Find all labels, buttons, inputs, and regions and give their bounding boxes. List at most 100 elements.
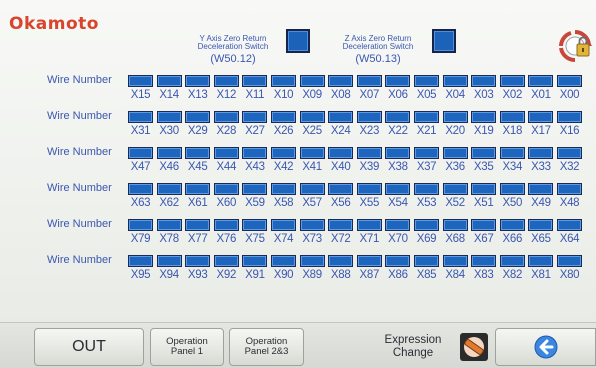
- input-bit-label: X18: [502, 125, 523, 137]
- input-lamp: [471, 183, 497, 195]
- wire-row: Wire Number X95 X94 X93 X92 X91 X90 X89 X88 X87 X8…: [0, 254, 596, 286]
- input-bit-label: X33: [531, 161, 551, 173]
- io-monitor-screen: Okamoto Y Axis Zero Return Deceleration …: [0, 0, 596, 368]
- input-bit-label: X66: [502, 233, 523, 245]
- input-lamp: [471, 111, 497, 123]
- input-bit-label: X85: [416, 269, 437, 281]
- expression-change-label-1: Expression: [384, 334, 442, 346]
- input-bit-label: X15: [130, 89, 151, 101]
- input-lamp: [213, 219, 239, 231]
- input-bit-label: X35: [473, 161, 494, 173]
- input-bit-label: X22: [388, 125, 408, 137]
- z-axis-switch-title-2: Deceleration Switch: [342, 42, 414, 51]
- wire-number-label: Wire Number: [47, 74, 112, 86]
- input-lamp: [128, 75, 153, 87]
- input-lamp: [128, 255, 153, 267]
- input-bit-label: X11: [245, 89, 265, 101]
- rotate-lock-icon[interactable]: [557, 28, 593, 64]
- input-bit-label: X36: [445, 161, 465, 173]
- input-bit-label: X04: [445, 89, 465, 101]
- input-lamp: [385, 147, 411, 159]
- input-lamp: [499, 111, 525, 123]
- input-bit-label: X29: [187, 125, 208, 137]
- input-bit-label: X40: [330, 161, 351, 173]
- out-button[interactable]: OUT: [34, 328, 144, 366]
- input-lamp: [385, 219, 411, 231]
- input-bit-label: X03: [473, 89, 494, 101]
- expression-change-icon[interactable]: [459, 332, 489, 362]
- input-lamp: [499, 219, 525, 231]
- input-lamp: [414, 147, 439, 159]
- input-lamp: [271, 183, 296, 195]
- input-bit-label: X73: [302, 233, 322, 245]
- back-button[interactable]: [495, 328, 596, 366]
- input-bit-label: X48: [559, 197, 580, 209]
- back-arrow-icon: [534, 335, 557, 359]
- input-lamp: [299, 255, 325, 267]
- input-bit-label: X42: [273, 161, 294, 173]
- input-bit-label: X10: [273, 89, 294, 101]
- out-button-label: OUT: [72, 338, 106, 355]
- input-bit-label: X01: [531, 89, 551, 101]
- input-lamp: [328, 219, 354, 231]
- operation-panel-2-3-button[interactable]: Operation Panel 2&3: [229, 328, 304, 366]
- operation-panel-1-button[interactable]: Operation Panel 1: [150, 328, 224, 366]
- input-bit-label: X14: [159, 89, 179, 101]
- input-lamp: [128, 183, 153, 195]
- y-axis-switch-label: Y Axis Zero Return Deceleration Switch (…: [180, 35, 286, 66]
- input-bit-label: X62: [159, 197, 179, 209]
- input-lamp: [557, 75, 582, 87]
- input-bit-label: X57: [302, 197, 322, 209]
- input-bit-label: X17: [531, 125, 551, 137]
- input-lamp: [528, 111, 554, 123]
- input-lamp: [328, 147, 354, 159]
- input-lamp: [185, 75, 211, 87]
- input-bit-label: X56: [330, 197, 351, 209]
- input-bit-label: X05: [416, 89, 437, 101]
- y-axis-switch-title-2: Deceleration Switch: [197, 42, 269, 51]
- input-bit-label: X83: [473, 269, 494, 281]
- operation-panel-2-3-label-2: Panel 2&3: [244, 346, 289, 357]
- input-bit-label: X12: [216, 89, 237, 101]
- z-axis-switch-lamp: [432, 29, 456, 53]
- input-lamp: [242, 255, 268, 267]
- input-bit-label: X50: [502, 197, 523, 209]
- input-lamp: [328, 75, 354, 87]
- input-bit-label: X65: [531, 233, 551, 245]
- input-bit-label: X92: [216, 269, 237, 281]
- input-bit-label: X13: [187, 89, 208, 101]
- input-lamp: [528, 147, 554, 159]
- input-lamp: [156, 147, 182, 159]
- input-lamp: [213, 183, 239, 195]
- input-lamp: [356, 147, 382, 159]
- input-lamp: [356, 255, 382, 267]
- input-lamp: [414, 183, 439, 195]
- input-bit-label: X39: [359, 161, 380, 173]
- input-bit-label: X81: [531, 269, 551, 281]
- input-bit-label: X07: [359, 89, 380, 101]
- input-lamp: [356, 75, 382, 87]
- input-bit-label: X21: [416, 125, 437, 137]
- input-bit-label: X23: [359, 125, 380, 137]
- input-bit-label: X55: [359, 197, 380, 209]
- input-lamp: [156, 255, 182, 267]
- input-lamp: [414, 255, 439, 267]
- input-bit-label: X00: [559, 89, 580, 101]
- operation-panel-1-label-2: Panel 1: [170, 346, 204, 357]
- input-lamp: [299, 219, 325, 231]
- input-lamp: [328, 183, 354, 195]
- input-lamp: [471, 147, 497, 159]
- input-bit-label: X68: [445, 233, 465, 245]
- input-lamp: [528, 183, 554, 195]
- wire-number-label: Wire Number: [47, 146, 112, 158]
- input-lamp: [499, 255, 525, 267]
- input-lamp: [385, 75, 411, 87]
- input-lamp: [242, 219, 268, 231]
- input-lamp: [185, 219, 211, 231]
- input-bit-label: X51: [473, 197, 494, 209]
- input-bit-label: X06: [388, 89, 408, 101]
- input-lamp: [557, 147, 582, 159]
- input-bit-label: X54: [388, 197, 408, 209]
- input-lamp: [442, 147, 468, 159]
- z-axis-switch-address: (W50.13): [355, 53, 401, 65]
